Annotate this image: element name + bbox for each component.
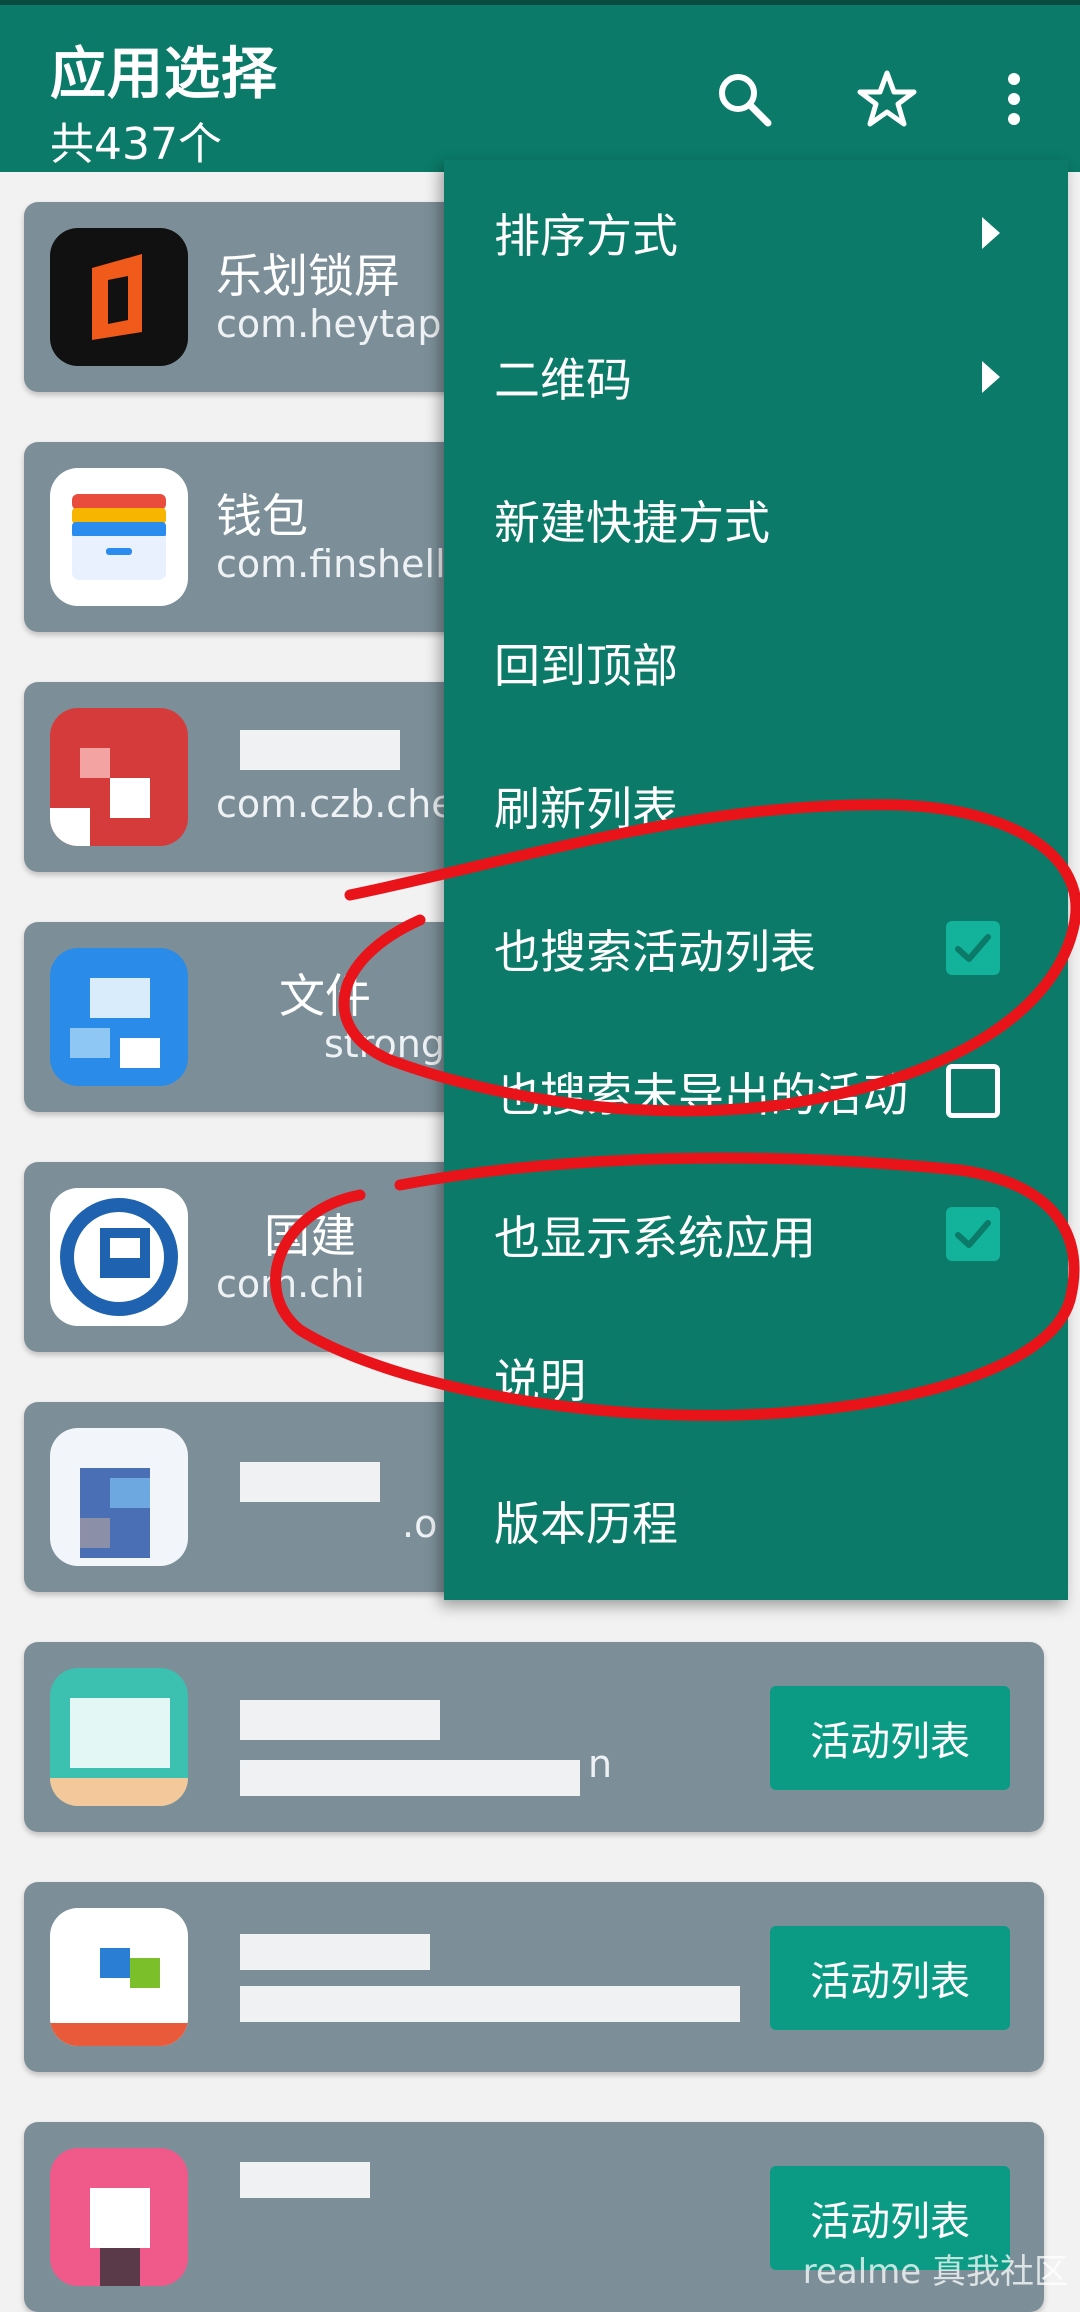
more-options-icon[interactable]: [975, 60, 1053, 138]
activity-list-button[interactable]: 活动列表: [770, 1686, 1010, 1790]
app-name: 乐划锁屏: [216, 249, 400, 303]
menu-item-help[interactable]: 说明: [444, 1306, 1068, 1449]
blurred-app-name: [240, 1700, 440, 1740]
blurred-app-icon: [50, 1908, 188, 2046]
wallet-app-icon: [50, 468, 188, 606]
blurred-app-icon: [50, 2148, 188, 2286]
menu-item-search-unexported[interactable]: 也搜索未导出的活动: [444, 1020, 1068, 1163]
menu-item-label: 新建快捷方式: [494, 495, 770, 550]
menu-item-label: 也显示系统应用: [494, 1210, 816, 1265]
app-package: n: [588, 1742, 613, 1786]
menu-item-label: 刷新列表: [494, 781, 678, 836]
menu-item-show-system-apps[interactable]: 也显示系统应用: [444, 1163, 1068, 1306]
checkbox-checked[interactable]: [946, 921, 1000, 975]
menu-item-label: 也搜索活动列表: [494, 924, 816, 979]
blurred-app-package: [240, 1760, 580, 1796]
blurred-app-icon: [50, 1668, 188, 1806]
checkbox-unchecked[interactable]: [946, 1064, 1000, 1118]
menu-item-label: 二维码: [494, 352, 632, 407]
app-package: .o: [402, 1502, 438, 1546]
blurred-app-icon: [50, 708, 188, 846]
blurred-app-name: [240, 1462, 380, 1502]
menu-item-label: 说明: [494, 1353, 586, 1408]
blurred-app-name: [240, 2162, 370, 2198]
lock-screen-app-icon: [50, 228, 188, 366]
blurred-app-name: [240, 1934, 430, 1970]
menu-item-back-to-top[interactable]: 回到顶部: [444, 591, 1068, 734]
app-name: 国建: [264, 1209, 356, 1263]
app-card[interactable]: 活动列表: [24, 1882, 1044, 2072]
app-name: 钱包: [216, 489, 308, 543]
app-name: 文件: [279, 969, 371, 1023]
menu-item-label: 排序方式: [494, 208, 678, 263]
menu-item-label: 回到顶部: [494, 638, 678, 693]
checkbox-checked[interactable]: [946, 1207, 1000, 1261]
submenu-arrow-icon: [982, 217, 1000, 249]
star-icon[interactable]: [848, 60, 926, 138]
app-package: com.finshell: [216, 542, 446, 586]
menu-item-label: 版本历程: [494, 1496, 678, 1551]
menu-item-search-activities[interactable]: 也搜索活动列表: [444, 877, 1068, 1020]
menu-item-label: 也搜索未导出的活动: [494, 1067, 908, 1122]
app-package: com.czb.che: [216, 782, 455, 826]
app-bar: 应用选择 共437个: [0, 0, 1080, 172]
menu-item-refresh-list[interactable]: 刷新列表: [444, 734, 1068, 877]
blurred-app-name: [240, 730, 400, 770]
submenu-arrow-icon: [982, 361, 1000, 393]
blurred-app-icon: [50, 948, 188, 1086]
menu-item-new-shortcut[interactable]: 新建快捷方式: [444, 448, 1068, 591]
app-package: com.chi: [216, 1262, 365, 1306]
watermark: realme 真我社区: [802, 2252, 1068, 2292]
app-package: strong: [324, 1022, 445, 1066]
search-icon[interactable]: [705, 60, 783, 138]
app-package: com.heytap.: [216, 302, 454, 346]
menu-item-version-history[interactable]: 版本历程: [444, 1449, 1068, 1592]
app-count: 共437个: [50, 119, 222, 170]
blurred-app-icon: [50, 1428, 188, 1566]
overflow-menu: 排序方式 二维码 新建快捷方式 回到顶部 刷新列表 也搜索活动列表 也搜索未导出…: [444, 160, 1068, 1600]
menu-item-qrcode[interactable]: 二维码: [444, 305, 1068, 448]
activity-list-button[interactable]: 活动列表: [770, 1926, 1010, 2030]
page-title: 应用选择: [50, 42, 278, 107]
app-card[interactable]: n 活动列表: [24, 1642, 1044, 1832]
blurred-app-icon: [50, 1188, 188, 1326]
menu-item-sort[interactable]: 排序方式: [444, 161, 1068, 304]
blurred-app-package: [240, 1986, 740, 2022]
